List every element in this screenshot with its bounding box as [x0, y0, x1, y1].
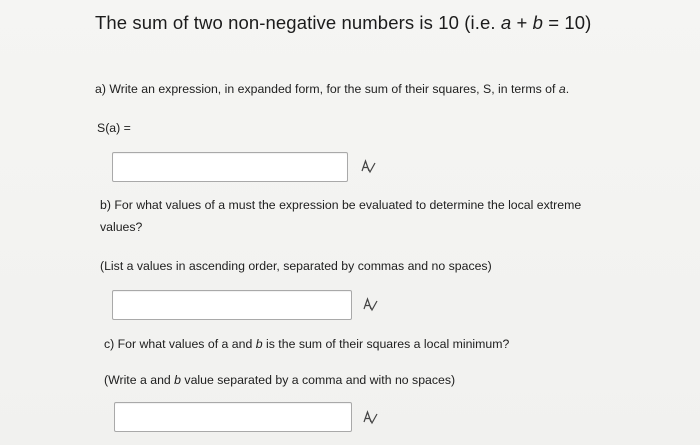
- symbol-editor-icon[interactable]: [362, 296, 378, 312]
- symbol-editor-icon[interactable]: [360, 158, 376, 174]
- part-a-label: S(a) =: [97, 121, 131, 135]
- part-c-answer-input[interactable]: [114, 402, 352, 432]
- part-b-prompt: b) For what values of a must the express…: [100, 198, 582, 234]
- part-c-instruction: (Write a and b value separated by a comm…: [104, 373, 456, 387]
- symbol-editor-icon[interactable]: [362, 409, 378, 425]
- part-b-instruction: (List a values in ascending order, separ…: [100, 259, 492, 273]
- part-a-prompt: a) Write an expression, in expanded form…: [95, 82, 570, 96]
- part-b-answer-input[interactable]: [112, 290, 352, 320]
- question-title: The sum of two non-negative numbers is 1…: [95, 12, 592, 33]
- part-c-prompt: c) For what values of a and b is the sum…: [104, 337, 510, 351]
- question-page: The sum of two non-negative numbers is 1…: [0, 0, 700, 445]
- part-a-answer-input[interactable]: [112, 152, 348, 182]
